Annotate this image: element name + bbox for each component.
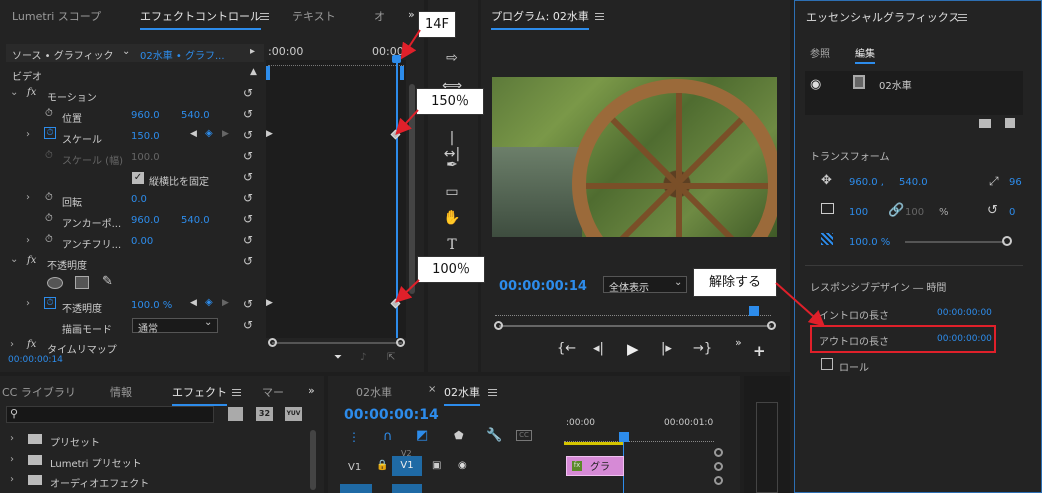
arrow-opacity [395, 279, 420, 303]
arrow-release [775, 282, 825, 327]
outro-highlight-box [810, 325, 996, 353]
callout-arrows [395, 29, 825, 327]
arrow-frame [400, 29, 421, 60]
arrow-scale [395, 109, 419, 135]
